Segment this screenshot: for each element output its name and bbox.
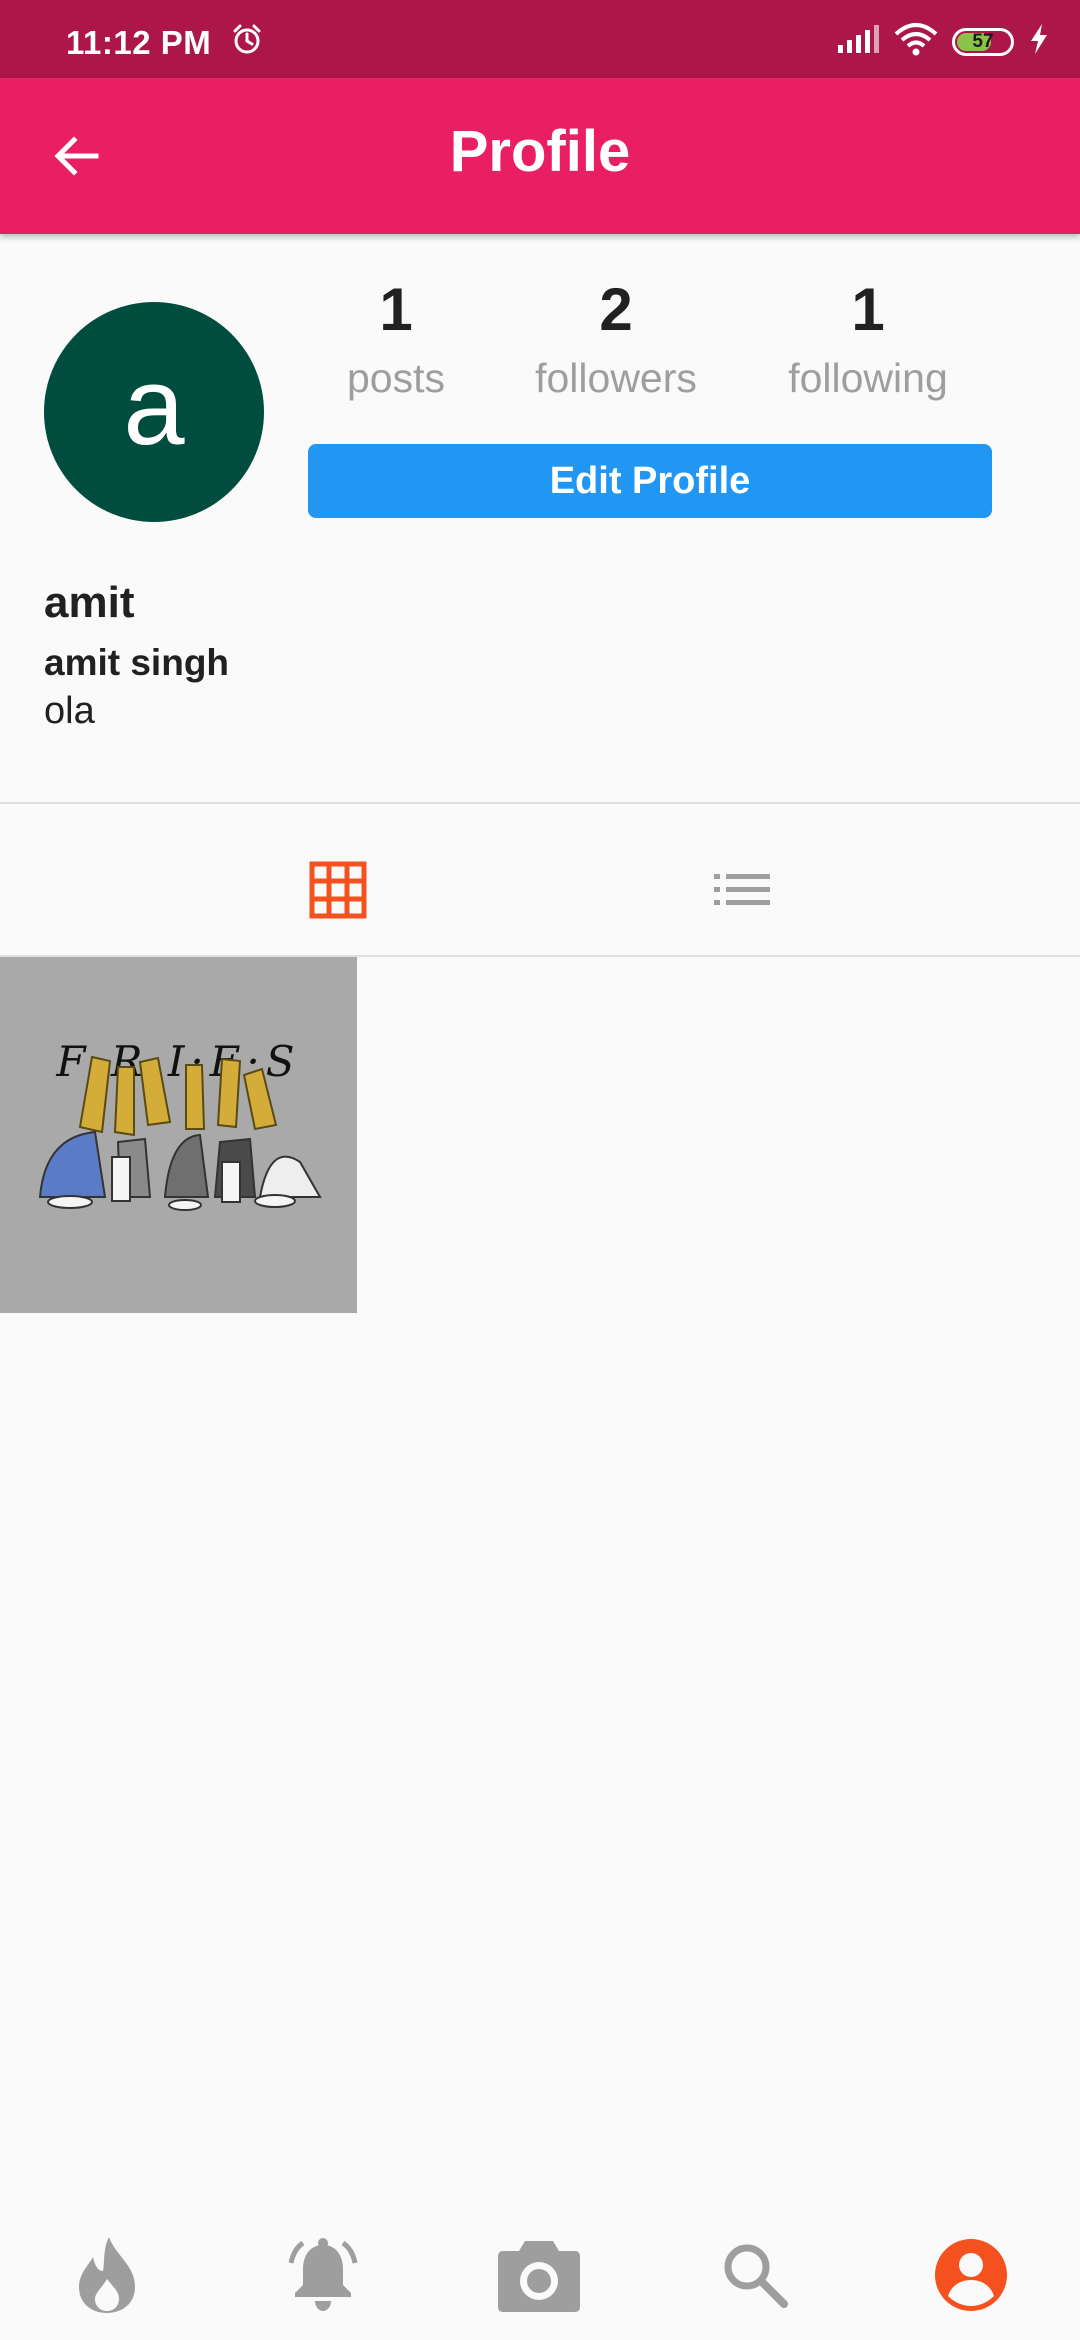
nav-item-feed[interactable] bbox=[62, 2230, 152, 2320]
bio: ola bbox=[44, 690, 95, 732]
account-icon bbox=[935, 2239, 1007, 2311]
tab-grid[interactable] bbox=[298, 850, 378, 930]
avatar[interactable]: a bbox=[44, 302, 264, 522]
edit-profile-button[interactable]: Edit Profile bbox=[308, 444, 992, 518]
charging-icon bbox=[1028, 23, 1050, 60]
page-title: Profile bbox=[449, 119, 631, 184]
stat-posts[interactable]: 1 posts bbox=[296, 270, 496, 406]
nav-item-notifications[interactable] bbox=[278, 2230, 368, 2320]
posts-label: posts bbox=[347, 355, 445, 401]
alarm-icon bbox=[230, 22, 264, 61]
battery-level: 57 bbox=[972, 30, 994, 52]
bell-icon bbox=[288, 2238, 358, 2311]
signal-icon bbox=[836, 23, 880, 60]
full-name: amit singh bbox=[44, 642, 230, 683]
fire-icon bbox=[79, 2237, 135, 2313]
nav-item-profile[interactable] bbox=[926, 2230, 1016, 2320]
stat-followers[interactable]: 2 followers bbox=[516, 270, 716, 406]
wifi-icon bbox=[894, 22, 938, 61]
following-count: 1 bbox=[851, 276, 885, 343]
search-icon bbox=[724, 2244, 788, 2308]
fries-illustration bbox=[38, 1055, 322, 1211]
tab-list[interactable] bbox=[702, 850, 782, 930]
divider bbox=[0, 802, 1080, 804]
list-icon bbox=[714, 874, 770, 905]
followers-count: 2 bbox=[599, 276, 633, 343]
status-time: 11:12 PM bbox=[66, 24, 212, 61]
battery-icon: 57 bbox=[952, 27, 1014, 56]
posts-count: 1 bbox=[379, 276, 413, 343]
username: amit bbox=[44, 578, 135, 627]
bottom-navigation bbox=[0, 2200, 1080, 2340]
app-bar: Profile bbox=[0, 78, 1080, 234]
post-thumbnail[interactable]: F·R·I·E·S bbox=[0, 957, 357, 1313]
stat-following[interactable]: 1 following bbox=[768, 270, 968, 406]
followers-label: followers bbox=[535, 355, 697, 401]
nav-item-search[interactable] bbox=[710, 2230, 800, 2320]
status-icons: 57 bbox=[836, 22, 1050, 61]
camera-icon bbox=[498, 2241, 580, 2312]
following-label: following bbox=[788, 355, 948, 401]
nav-item-camera[interactable] bbox=[494, 2230, 584, 2320]
grid-icon bbox=[309, 861, 367, 919]
status-bar: 11:12 PM 57 bbox=[0, 0, 1080, 78]
